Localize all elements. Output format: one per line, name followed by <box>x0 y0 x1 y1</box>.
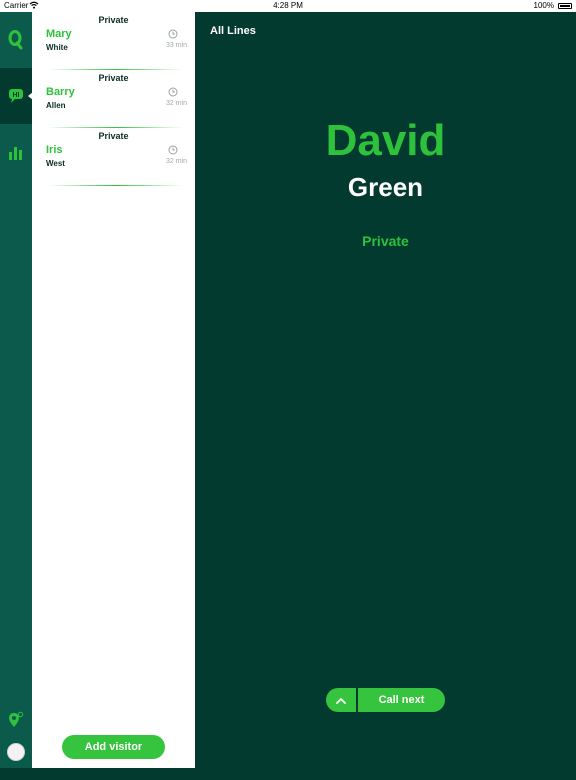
clock-icon <box>168 145 178 155</box>
clock-time: 4:28 PM <box>273 1 303 10</box>
visitor-first-name: Barry <box>46 86 75 98</box>
queue-logo-icon <box>8 30 23 50</box>
clock-icon <box>168 87 178 97</box>
rail-item-stats[interactable] <box>0 124 32 180</box>
current-visitor-queue: Private <box>362 233 409 249</box>
battery-icon <box>558 3 572 9</box>
visitor-queue-tag: Private <box>98 73 129 83</box>
status-bar: Carrier 4:28 PM 100% <box>0 0 576 12</box>
stats-icon <box>9 147 22 160</box>
visitor-first-name: Iris <box>46 144 63 156</box>
list-item[interactable]: Private Barry Allen 32 min <box>32 70 195 128</box>
svg-text:HI: HI <box>13 92 20 99</box>
visitor-queue-tag: Private <box>98 15 129 25</box>
divider <box>48 185 183 186</box>
rail-item-profile[interactable] <box>0 724 32 780</box>
current-visitor-last-name: Green <box>347 172 424 202</box>
add-visitor-button[interactable]: Add visitor <box>62 735 165 759</box>
expand-button[interactable] <box>326 688 356 712</box>
call-next-button[interactable]: Call next <box>358 688 445 712</box>
battery-percent: 100% <box>533 1 554 10</box>
list-item[interactable]: Private Mary White 33 min <box>32 12 195 70</box>
wait-time: 32 min <box>165 158 187 165</box>
visitor-queue-tag: Private <box>98 131 129 141</box>
chat-hi-icon: HI <box>9 89 23 103</box>
chevron-up-icon <box>336 697 346 704</box>
current-visitor-first-name: David <box>325 116 446 165</box>
visitor-list: Private Mary White 33 min Private Barry … <box>32 12 195 768</box>
avatar <box>7 743 25 761</box>
visitor-last-name: Allen <box>46 101 66 110</box>
visitor-last-name: West <box>46 159 65 168</box>
wait-time: 32 min <box>165 100 187 107</box>
clock-icon <box>168 29 178 39</box>
rail-item-chat[interactable]: HI <box>0 68 33 124</box>
visitor-first-name: Mary <box>46 28 72 40</box>
current-visitor-panel: All Lines David Green Private Call next <box>195 12 576 768</box>
rail-item-queue[interactable] <box>0 12 32 68</box>
visitor-last-name: White <box>46 43 68 52</box>
list-item[interactable]: Private Iris West 32 min <box>32 128 195 186</box>
side-rail: HI <box>0 12 33 768</box>
call-controls: Call next <box>326 688 445 712</box>
wait-time: 33 min <box>165 42 187 49</box>
lines-filter-title[interactable]: All Lines <box>210 25 256 37</box>
